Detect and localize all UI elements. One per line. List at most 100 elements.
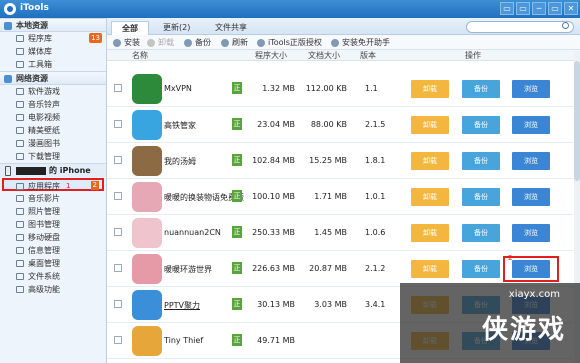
browse-button[interactable]: 浏览 — [512, 116, 550, 134]
col-name[interactable]: 名称 — [132, 50, 148, 61]
verified-badge-icon: 正 — [232, 154, 242, 166]
sidebar-item-comics-books[interactable]: 漫画图书 — [0, 137, 106, 150]
backup-button[interactable]: 备份 — [184, 37, 211, 48]
minimize-button[interactable]: ─ — [532, 2, 546, 15]
sidebar-item-label: 漫画图书 — [28, 139, 60, 148]
close-button[interactable]: ✕ — [564, 2, 578, 15]
uninstall-button[interactable]: 卸载 — [411, 224, 449, 242]
uninstall-button[interactable]: 卸载 — [147, 37, 174, 48]
jailbreak-free-button[interactable]: 安装免开助手 — [331, 37, 390, 48]
itools-auth-button[interactable]: iTools正版授权 — [257, 37, 322, 48]
sidebar-item-mobile-disk[interactable]: 移动硬盘 — [0, 231, 106, 244]
sidebar-item-downloads[interactable]: 下载管理 — [0, 150, 106, 163]
sidebar-item-desktop[interactable]: 桌面管理 — [0, 257, 106, 270]
itools-logo-icon — [4, 3, 16, 15]
uninstall-button[interactable]: 卸载 — [411, 116, 449, 134]
device-header[interactable]: 的 iPhone — [0, 163, 106, 177]
col-version[interactable]: 版本 — [360, 50, 376, 61]
backup-button[interactable]: 备份 — [462, 152, 500, 170]
backup-button[interactable]: 备份 — [462, 224, 500, 242]
watermark-url: xiayx.com — [508, 289, 560, 300]
sidebar-item-app-library[interactable]: 程序库 13 — [0, 32, 106, 45]
sidebar-item-music-videos[interactable]: 音乐影片 — [0, 192, 106, 205]
sidebar-item-file-system[interactable]: 文件系统 — [0, 270, 106, 283]
sidebar-item-software-games[interactable]: 软件游戏 — [0, 85, 106, 98]
col-actions: 操作 — [465, 51, 481, 60]
photo-icon — [16, 208, 24, 215]
backup-button[interactable]: 备份 — [462, 260, 500, 278]
browse-button[interactable]: 浏览 — [512, 80, 550, 98]
row-checkbox[interactable] — [114, 84, 122, 92]
program-size: 250.33 MB — [252, 228, 295, 237]
verified-badge-icon: 正 — [232, 190, 242, 202]
app-name: 暖暖环游世界 — [164, 265, 212, 274]
app-name[interactable]: PPTV聚力 — [164, 300, 200, 311]
row-checkbox[interactable] — [114, 192, 122, 200]
browse-button[interactable]: 浏览 — [512, 224, 550, 242]
section-local-resources[interactable]: 本地资源 — [0, 18, 106, 32]
backup-button[interactable]: 备份 — [462, 188, 500, 206]
skin-button[interactable]: ▭ — [500, 2, 514, 15]
app-version: 2.1.5 — [365, 120, 386, 129]
sidebar-item-wallpapers[interactable]: 精美壁纸 — [0, 124, 106, 137]
uninstall-button[interactable]: 卸载 — [411, 260, 449, 278]
sidebar-item-applications[interactable]: 应用程序 1 2 — [2, 178, 104, 191]
sidebar-item-label: 工具箱 — [28, 60, 52, 69]
row-checkbox[interactable] — [114, 300, 122, 308]
install-button[interactable]: 安装 — [113, 37, 140, 48]
verified-badge-icon: 正 — [232, 118, 242, 130]
col-program-size[interactable]: 程序大小 — [255, 50, 287, 61]
table-row[interactable]: 暖暖的换装物语免费版正 100.10 MB 1.71 MB 1.0.1 卸载 备份 浏览 — [107, 179, 573, 215]
sidebar-item-media-library[interactable]: 媒体库 — [0, 45, 106, 58]
table-row[interactable]: 高铁管家 正 23.04 MB 88.00 KB 2.1.5 卸载 备份 浏览 — [107, 107, 573, 143]
row-checkbox[interactable] — [114, 264, 122, 272]
toolbar: 安装 卸载 备份 刷新 iTools正版授权 安装免开助手 — [107, 35, 580, 50]
col-doc-size[interactable]: 文档大小 — [308, 50, 340, 61]
sidebar-item-label: 音乐铃声 — [28, 100, 60, 109]
verified-badge-icon: 正 — [232, 334, 242, 346]
uninstall-button[interactable]: 卸载 — [411, 188, 449, 206]
sidebar-item-advanced[interactable]: 高级功能 — [0, 283, 106, 296]
tab-all[interactable]: 全部 — [111, 21, 149, 35]
sidebar-item-label: 信息管理 — [28, 246, 60, 255]
section-network-resources[interactable]: 网络资源 — [0, 71, 106, 85]
sidebar-item-label: 照片管理 — [28, 207, 60, 216]
scrollbar-thumb[interactable] — [574, 61, 580, 181]
browse-button[interactable]: 浏览 — [512, 188, 550, 206]
uninstall-button[interactable]: 卸载 — [411, 152, 449, 170]
tab-updates[interactable]: 更新(2) — [153, 21, 200, 35]
sidebar-item-messages[interactable]: 信息管理 — [0, 244, 106, 257]
sidebar-item-photos[interactable]: 照片管理 — [0, 205, 106, 218]
app-icon — [132, 290, 162, 320]
row-checkbox[interactable] — [114, 336, 122, 344]
itools-icon — [257, 39, 265, 47]
doc-size: 112.00 KB — [305, 84, 347, 93]
table-row[interactable]: 我的汤姆 正 102.84 MB 15.25 MB 1.8.1 卸载 备份 浏览 — [107, 143, 573, 179]
sidebar-item-toolbox[interactable]: 工具箱 — [0, 58, 106, 71]
maximize-button[interactable]: ▭ — [548, 2, 562, 15]
uninstall-label: 卸载 — [158, 38, 174, 47]
browse-button[interactable]: 浏览 — [512, 152, 550, 170]
backup-button[interactable]: 备份 — [462, 80, 500, 98]
table-row[interactable]: MxVPN 正 1.32 MB 112.00 KB 1.1 卸载 备份 浏览 — [107, 71, 573, 107]
table-row[interactable]: 暖暖环游世界正 226.63 MB 20.87 MB 2.1.2 卸载 备份 浏览 2 — [107, 251, 573, 287]
tab-file-sharing[interactable]: 文件共享 — [205, 21, 257, 35]
backup-button[interactable]: 备份 — [462, 116, 500, 134]
count-badge: 13 — [89, 33, 102, 43]
row-checkbox[interactable] — [114, 156, 122, 164]
table-row[interactable]: nuannuan2CN 正 250.33 MB 1.45 MB 1.0.6 卸载 备份 浏览 — [107, 215, 573, 251]
sidebar: 本地资源 程序库 13 媒体库 工具箱 网络资源 软件游戏 音乐铃声 电影视频 … — [0, 18, 107, 363]
computer-icon — [4, 22, 12, 30]
refresh-button[interactable]: 刷新 — [221, 37, 248, 48]
count-badge: 2 — [90, 181, 99, 190]
uninstall-button[interactable]: 卸载 — [411, 80, 449, 98]
search-icon-wrap[interactable] — [562, 21, 572, 33]
sidebar-item-movies[interactable]: 电影视频 — [0, 111, 106, 124]
search-input[interactable] — [466, 21, 574, 33]
sidebar-item-books[interactable]: 图书管理 — [0, 218, 106, 231]
sidebar-item-music-ringtones[interactable]: 音乐铃声 — [0, 98, 106, 111]
feedback-button[interactable]: ▭ — [516, 2, 530, 15]
table-header: 名称 程序大小 文档大小 版本 操作 — [107, 50, 580, 61]
row-checkbox[interactable] — [114, 120, 122, 128]
row-checkbox[interactable] — [114, 228, 122, 236]
